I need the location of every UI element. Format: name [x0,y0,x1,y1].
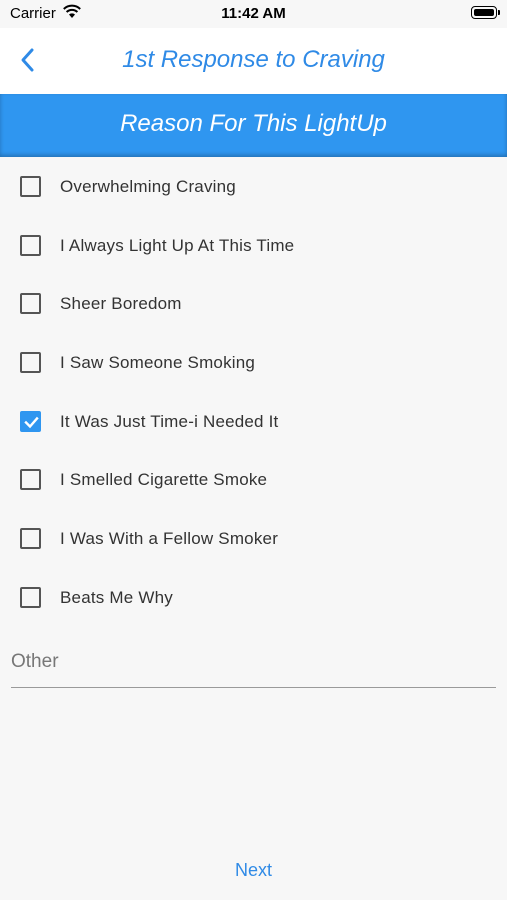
next-button[interactable]: Next [0,860,507,881]
reason-label: I Was With a Fellow Smoker [60,529,279,549]
checkbox[interactable] [20,352,41,374]
checkbox[interactable] [20,586,41,608]
clock: 11:42 AM [221,5,286,22]
checkbox[interactable] [20,293,41,315]
battery-icon [471,6,500,19]
reason-item[interactable]: Beats Me Why [0,568,507,627]
reason-label: I Always Light Up At This Time [60,235,295,255]
reason-label: I Smelled Cigarette Smoke [60,470,268,490]
page-title: 1st Response to Craving [122,46,385,73]
other-field[interactable] [11,640,496,688]
checkbox[interactable] [20,469,41,491]
reason-item[interactable]: It Was Just Time-i Needed It [0,392,507,451]
checkmark-icon [24,416,39,429]
section-title: Reason For This LightUp [120,110,387,137]
reason-label: I Saw Someone Smoking [60,353,256,373]
reason-item[interactable]: Overwhelming Craving [0,157,507,216]
reason-item[interactable]: I Always Light Up At This Time [0,216,507,275]
reason-label: It Was Just Time-i Needed It [60,411,279,431]
section-banner: Reason For This LightUp [0,94,507,157]
reason-label: Overwhelming Craving [60,177,236,196]
navigation-bar: 1st Response to Craving [0,28,507,94]
status-bar: Carrier 11:42 AM [0,0,507,28]
reason-label: Sheer Boredom [60,294,182,314]
reason-item[interactable]: I Saw Someone Smoking [0,333,507,392]
checkbox[interactable] [20,176,41,197]
other-input[interactable] [11,646,491,678]
checkbox-checked[interactable] [20,410,41,432]
reason-list: Overwhelming Craving I Always Light Up At… [0,157,507,627]
reason-item[interactable]: I Smelled Cigarette Smoke [0,450,507,509]
reason-item[interactable]: Sheer Boredom [0,274,507,333]
checkbox[interactable] [20,528,41,550]
reason-label: Beats Me Why [60,587,173,607]
reason-item[interactable]: I Was With a Fellow Smoker [0,509,507,568]
checkbox[interactable] [20,234,41,256]
